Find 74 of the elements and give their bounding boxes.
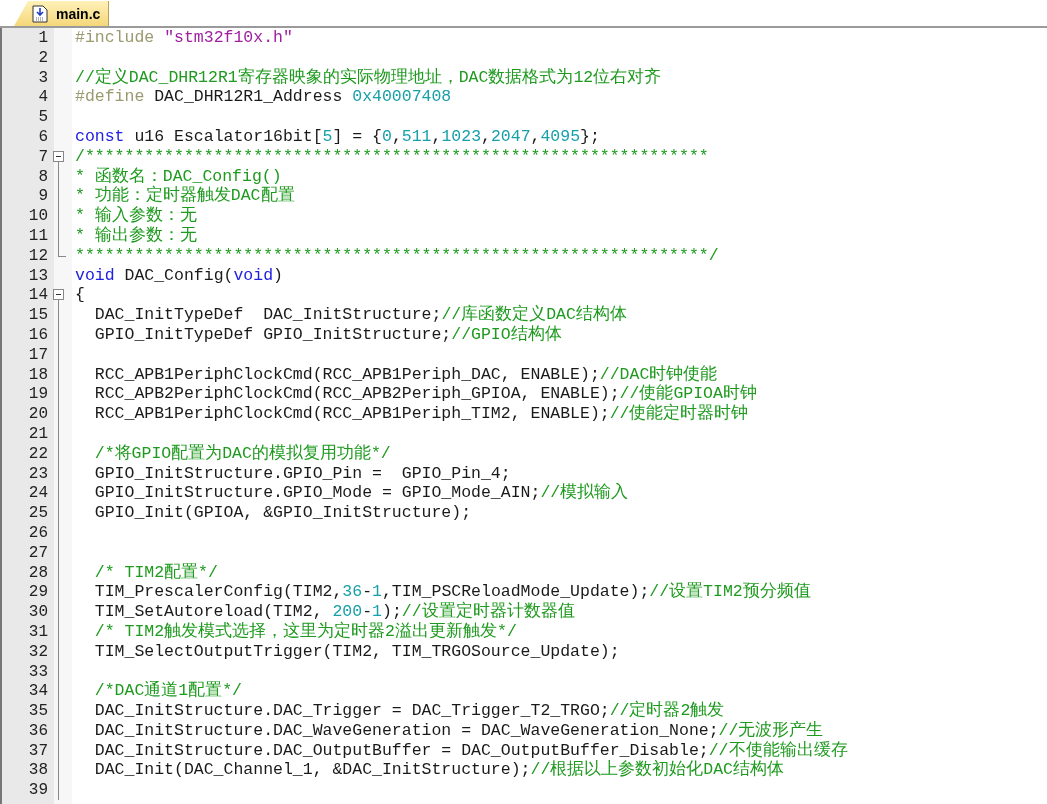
line-number: 21 [28,423,49,444]
line-number: 27 [28,542,49,563]
line-number: 1 [38,28,49,48]
code-line: /*************************************************************** [74,146,710,167]
line-number: 17 [28,344,49,365]
line-number: 6 [38,127,49,147]
code-line: TIM_SelectOutputTrigger(TIM2, TIM_TRGOSource_Update); [93,641,621,662]
line-number: 11 [28,225,49,246]
line-number: 32 [28,641,49,662]
code-line: #define DAC_DHR12R1_Address 0x40007408 [74,87,453,108]
line-number: 23 [28,463,49,484]
line-number: 22 [28,443,49,464]
code-line: GPIO_InitStructure.GPIO_Mode = GPIO_Mode_AIN;//模拟输入 [93,483,630,504]
code-line: DAC_Init(DAC_Channel_1, &DAC_InitStructure);//根据以上参数初始化DAC结构体 [93,760,785,781]
code-line: const u16 Escalator16bit[5] = {0,511,1023,2047,4095}; [74,127,601,147]
line-number: 9 [38,186,49,207]
line-number: 34 [28,681,49,702]
line-number: 28 [28,562,49,583]
line-number: 2 [38,47,49,68]
line-number: 3 [38,67,49,88]
code-line: /* TIM2触发模式选择，这里为定时器2溢出更新触发*/ [93,621,518,642]
line-number: 4 [38,87,49,108]
line-number: 38 [28,760,49,781]
line-number: 8 [38,166,49,187]
code-line: /*DAC通道1配置*/ [93,681,244,702]
code-line: * 函数名：DAC_Config() [74,166,283,186]
line-number: 20 [28,404,49,425]
code-line: #include "stm32f10x.h" [74,28,294,48]
line-number: 15 [28,305,49,326]
code-line: DAC_InitStructure.DAC_Trigger = DAC_Trigger_T2_TRGO;//定时器2触发 [93,701,726,722]
line-number: 24 [28,483,49,504]
line-number: 13 [28,265,49,286]
line-number: 25 [28,503,49,524]
code-line: * 功能：定时器触发DAC配置 [74,186,296,206]
line-number: 35 [28,701,49,722]
code-line: GPIO_InitTypeDef GPIO_InitStructure;//GPIO结构体 [93,324,563,345]
line-number: 29 [28,582,49,603]
fold-toggle-icon[interactable] [53,150,64,162]
line-number: 36 [28,720,49,741]
line-number: 26 [28,522,49,543]
code-line: /* TIM2配置*/ [93,562,219,583]
code-line: * 输出参数：无 [74,225,198,246]
code-line: RCC_APB1PeriphClockCmd(RCC_APB1Periph_TIM2, ENABLE);//使能定时器时钟 [93,404,750,425]
file-icon [32,4,48,23]
line-number: 39 [28,780,49,801]
line-number: 33 [28,661,49,682]
code-line: //定义DAC_DHR12R1寄存器映象的实际物理地址，DAC数据格式为12位右对齐 [74,67,663,88]
fold-toggle-icon[interactable] [53,289,64,301]
code-line: RCC_APB2PeriphClockCmd(RCC_APB2Periph_GPIOA, ENABLE);//使能GPIOA时钟 [93,384,758,404]
line-number: 10 [28,206,49,227]
line-number: 16 [28,324,49,345]
code-line: /*将GPIO配置为DAC的模拟复用功能*/ [93,443,392,464]
code-line: GPIO_InitStructure.GPIO_Pin = GPIO_Pin_4; [93,463,512,484]
code-line: GPIO_Init(GPIOA, &GPIO_InitStructure); [93,503,473,524]
line-number: 5 [38,107,49,128]
code-line: TIM_SetAutoreload(TIM2, 200-1);//设置定时器计数器值 [93,602,576,622]
line-number: 7 [38,146,49,167]
code-line: void DAC_Config(void) [74,265,284,286]
line-number: 18 [28,364,49,385]
code-line: TIM_PrescalerConfig(TIM2,36-1,TIM_PSCReloadMode_Update);//设置TIM2预分频值 [93,582,812,602]
line-number: 30 [28,602,49,623]
code-line: { [74,285,86,306]
file-tab[interactable]: main.c [14,1,110,26]
code-line: RCC_APB1PeriphClockCmd(RCC_APB1Periph_DAC, ENABLE);//DAC时钟使能 [93,364,719,384]
line-number: 12 [28,245,49,266]
code-line: DAC_InitStructure.DAC_WaveGeneration = DAC_WaveGeneration_None;//无波形产生 [93,720,825,741]
code-line: DAC_InitTypeDef DAC_InitStructure;//库函数定义DAC结构体 [93,305,628,325]
line-number: 19 [28,384,49,405]
line-number: 14 [28,285,49,306]
code-line: DAC_InitStructure.DAC_OutputBuffer = DAC_OutputBuffer_Disable;//不使能输出缓存 [93,740,849,760]
code-line: ****************************************************************/ [74,245,720,266]
line-number: 31 [28,621,49,642]
code-line: * 输入参数：无 [74,206,198,226]
line-number: 37 [28,740,49,761]
